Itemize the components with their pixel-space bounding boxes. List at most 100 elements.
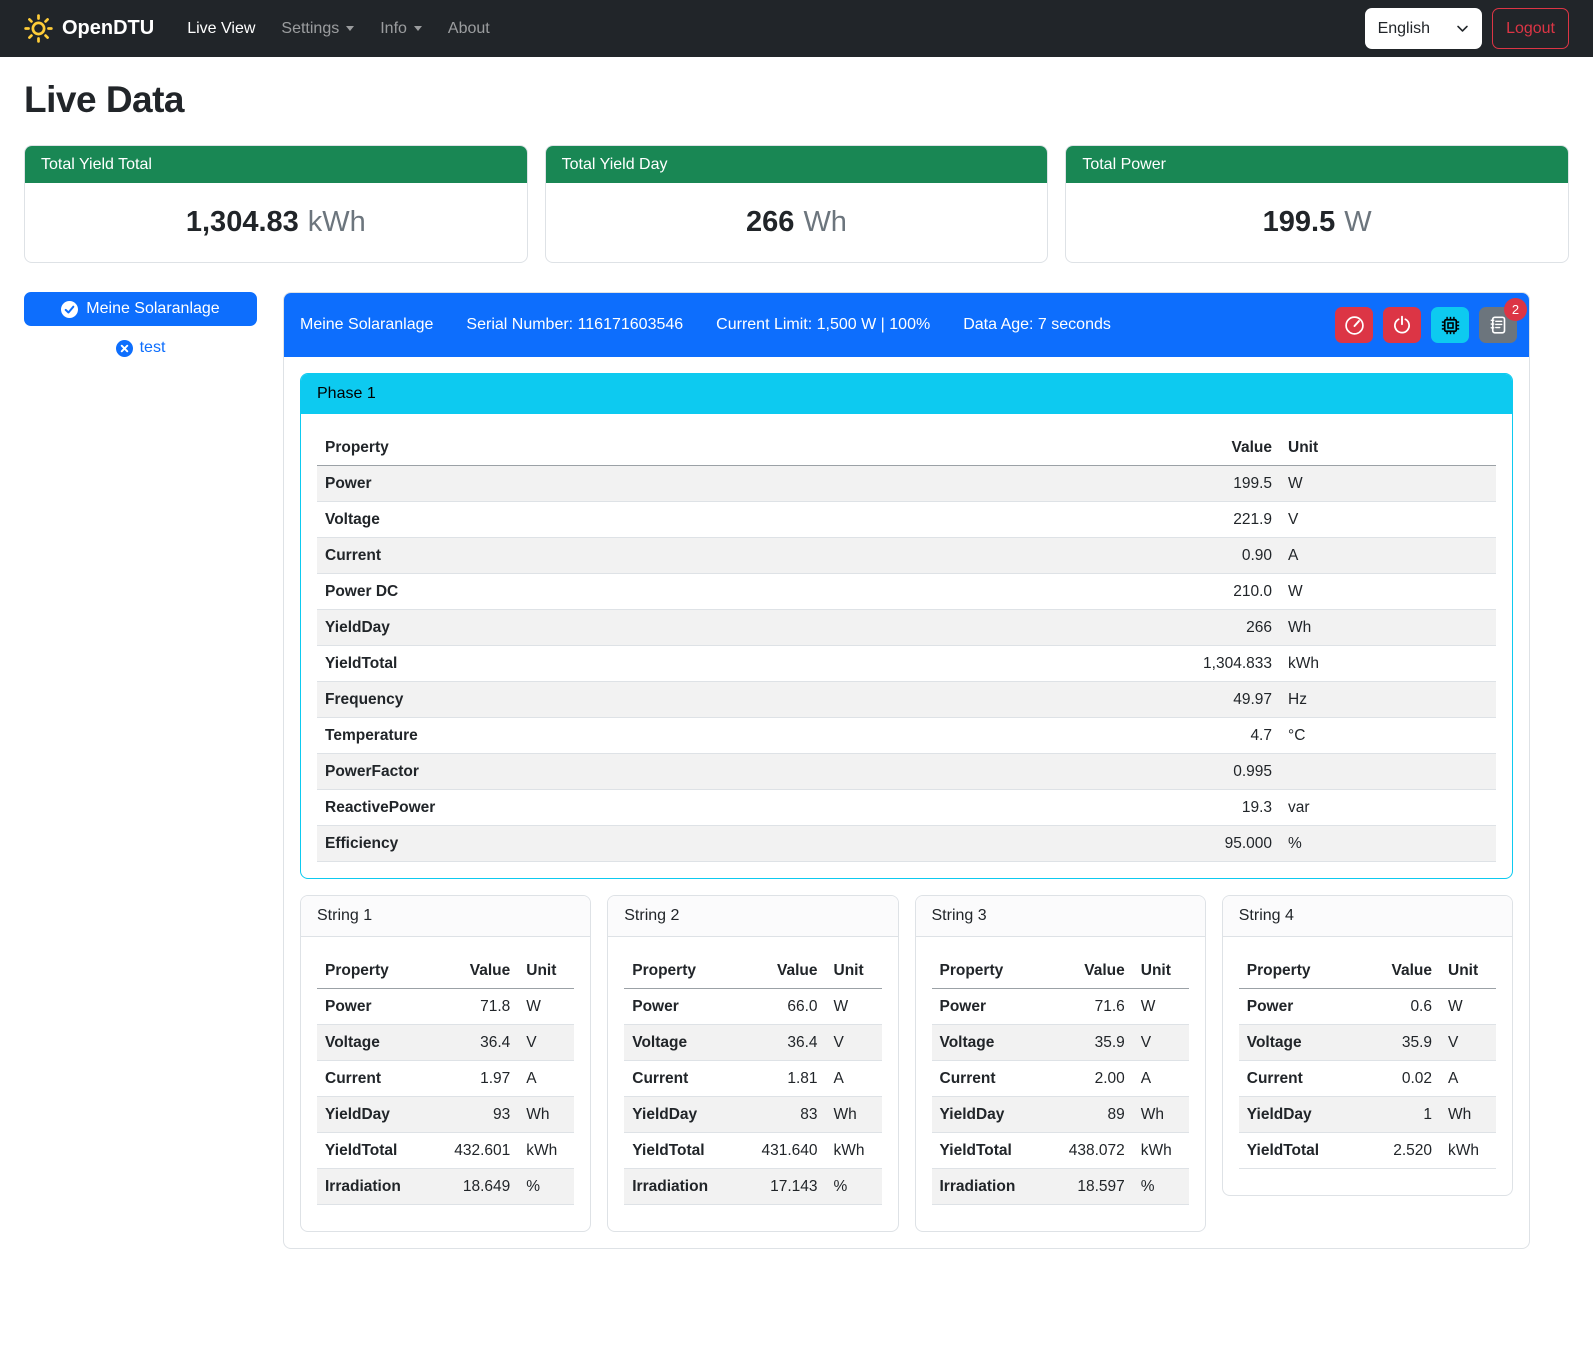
table-row: Voltage36.4V (317, 1025, 574, 1061)
value-cell: 1 (1354, 1097, 1440, 1133)
unit-cell: Wh (826, 1097, 882, 1133)
table-row: Voltage221.9V (317, 502, 1496, 538)
table-row: PowerFactor0.995 (317, 754, 1496, 790)
phase-title: Phase 1 (301, 374, 1512, 414)
table-row: YieldTotal1,304.833kWh (317, 646, 1496, 682)
unit-cell: Wh (1133, 1097, 1189, 1133)
check-circle-icon (61, 301, 78, 318)
property-cell: YieldDay (932, 1097, 1047, 1133)
table-row: Irradiation18.597% (932, 1169, 1189, 1205)
power-restart-button[interactable] (1383, 307, 1421, 343)
summary-card-title: Total Yield Day (546, 146, 1048, 183)
event-log-button[interactable]: 2 (1479, 307, 1517, 343)
unit-cell: W (826, 989, 882, 1025)
speedometer-icon (1344, 315, 1365, 336)
chevron-down-icon (1456, 22, 1469, 35)
sun-icon (24, 14, 53, 43)
table-row: YieldDay266Wh (317, 610, 1496, 646)
inverter-select-button-meine-solaranlage[interactable]: Meine Solaranlage (24, 292, 257, 326)
table-row: Power0.6W (1239, 989, 1496, 1025)
value-cell: 36.4 (432, 1025, 518, 1061)
value-cell: 93 (432, 1097, 518, 1133)
unit-cell (1280, 754, 1496, 790)
chevron-down-icon (346, 26, 354, 31)
column-header-unit: Unit (518, 953, 574, 989)
property-cell: Frequency (317, 682, 1150, 718)
nav-item-info-dropdown[interactable]: Info (367, 12, 435, 46)
table-row: Voltage35.9V (932, 1025, 1189, 1061)
table-row: YieldTotal438.072kWh (932, 1133, 1189, 1169)
table-row: YieldDay83Wh (624, 1097, 881, 1133)
logout-button[interactable]: Logout (1492, 8, 1569, 49)
unit-cell: Wh (1280, 610, 1496, 646)
brand-label: OpenDTU (62, 17, 154, 40)
brand[interactable]: OpenDTU (24, 14, 154, 43)
property-cell: PowerFactor (317, 754, 1150, 790)
property-cell: YieldTotal (624, 1133, 739, 1169)
language-select[interactable]: English (1365, 8, 1482, 49)
chevron-down-icon (414, 26, 422, 31)
unit-cell: A (1133, 1061, 1189, 1097)
table-row: YieldTotal2.520kWh (1239, 1133, 1496, 1169)
unit-cell: V (1133, 1025, 1189, 1061)
column-header-property: Property (317, 430, 1150, 466)
value-cell: 89 (1047, 1097, 1133, 1133)
unit-cell: W (518, 989, 574, 1025)
column-header-property: Property (624, 953, 739, 989)
unit-cell: V (1440, 1025, 1496, 1061)
property-cell: Voltage (317, 502, 1150, 538)
value-cell: 71.8 (432, 989, 518, 1025)
value-cell: 1.81 (740, 1061, 826, 1097)
unit-cell: kWh (1280, 646, 1496, 682)
value-cell: 18.649 (432, 1169, 518, 1205)
unit-cell: V (518, 1025, 574, 1061)
summary-card-total-power: Total Power 199.5W (1065, 145, 1569, 263)
unit-cell: kWh (518, 1133, 574, 1169)
property-cell: Voltage (317, 1025, 432, 1061)
inverter-serial-number: Serial Number: 116171603546 (466, 316, 683, 334)
table-row: Current1.97A (317, 1061, 574, 1097)
power-icon (1392, 315, 1412, 335)
nav-item-settings-dropdown[interactable]: Settings (268, 12, 367, 46)
cpu-chip-icon (1440, 315, 1461, 336)
property-cell: YieldDay (317, 1097, 432, 1133)
unit-cell: V (826, 1025, 882, 1061)
unit-cell: W (1440, 989, 1496, 1025)
event-count-badge: 2 (1504, 298, 1527, 321)
inverter-current-limit: Current Limit: 1,500 W | 100% (716, 316, 930, 334)
value-cell: 4.7 (1150, 718, 1280, 754)
property-cell: YieldDay (624, 1097, 739, 1133)
string-table: Property Value Unit Power0.6WVoltage35.9… (1239, 953, 1496, 1169)
value-cell: 0.6 (1354, 989, 1440, 1025)
inverter-panel: Meine Solaranlage Serial Number: 1161716… (283, 292, 1530, 1249)
journal-text-icon (1488, 315, 1508, 335)
property-cell: Power (624, 989, 739, 1025)
value-cell: 83 (740, 1097, 826, 1133)
unit-cell: % (518, 1169, 574, 1205)
string-table: Property Value Unit Power71.8WVoltage36.… (317, 953, 574, 1205)
table-row: Power DC210.0W (317, 574, 1496, 610)
column-header-property: Property (932, 953, 1047, 989)
property-cell: Temperature (317, 718, 1150, 754)
unit-cell: W (1133, 989, 1189, 1025)
page-title: Live Data (24, 79, 1569, 121)
inverter-select-label: Meine Solaranlage (86, 300, 219, 318)
summary-card-value: 1,304.83 (186, 206, 299, 238)
device-info-button[interactable] (1431, 307, 1469, 343)
property-cell: Current (1239, 1061, 1354, 1097)
column-header-unit: Unit (1280, 430, 1496, 466)
value-cell: 0.995 (1150, 754, 1280, 790)
column-header-value: Value (740, 953, 826, 989)
value-cell: 221.9 (1150, 502, 1280, 538)
string-title: String 1 (301, 896, 590, 937)
nav-item-live-view[interactable]: Live View (174, 12, 268, 46)
string-card-3: String 3 Property Value Unit Power71.6WV… (915, 895, 1206, 1232)
value-cell: 0.02 (1354, 1061, 1440, 1097)
table-header-row: Property Value Unit (932, 953, 1189, 989)
column-header-unit: Unit (1133, 953, 1189, 989)
property-cell: Power (317, 989, 432, 1025)
inverter-select-link-test[interactable]: test (24, 339, 257, 357)
column-header-value: Value (1354, 953, 1440, 989)
nav-item-about[interactable]: About (435, 12, 503, 46)
limit-settings-button[interactable] (1335, 307, 1373, 343)
